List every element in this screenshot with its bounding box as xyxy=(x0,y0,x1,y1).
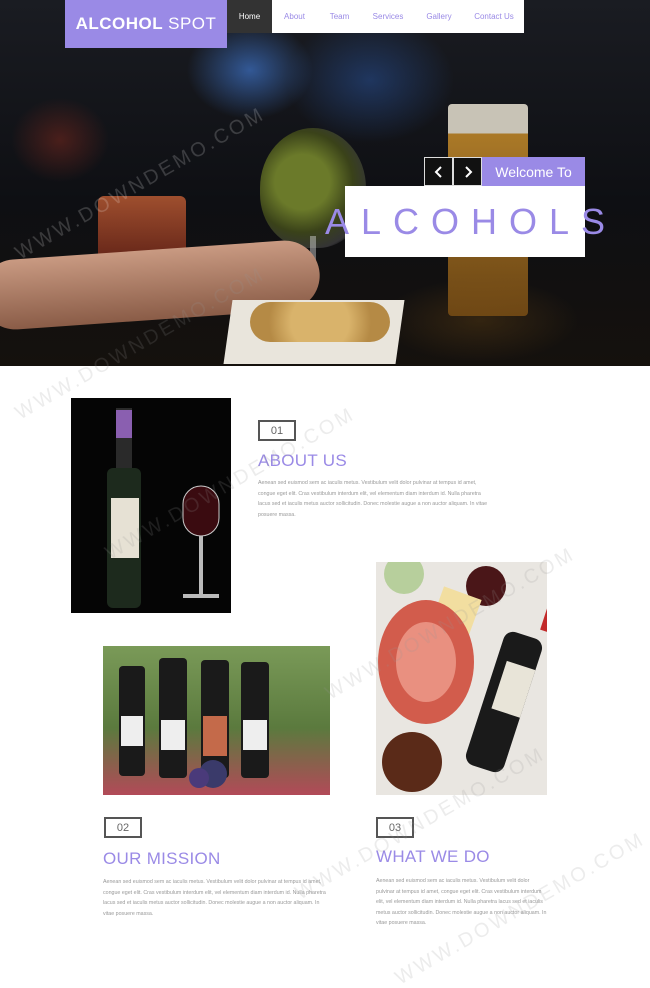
wine-bottle-illustration xyxy=(107,408,220,608)
section-number-mission: 02 xyxy=(104,817,142,838)
nav-item-home[interactable]: Home xyxy=(227,0,272,33)
whatwedo-text: Aenean sed euismod sem ac iaculis metus.… xyxy=(376,878,547,926)
brand-logo-light: SPOT xyxy=(168,14,217,33)
peanuts xyxy=(250,302,390,342)
nav-item-gallery[interactable]: Gallery xyxy=(414,0,464,33)
headline-box: ALCOHOLS xyxy=(325,186,605,257)
wine-bottles-image xyxy=(103,646,330,795)
main-nav: Home About Team Services Gallery Contact… xyxy=(227,0,524,33)
hero-headline: ALCOHOLS xyxy=(324,200,618,242)
brand-logo[interactable]: ALCOHOL SPOT xyxy=(65,0,227,48)
wine-bottles-illustration xyxy=(119,658,269,788)
charcuterie-illustration xyxy=(378,562,547,792)
chevron-left-icon xyxy=(434,165,442,178)
wine-bottle-image xyxy=(71,398,231,613)
nav-item-services[interactable]: Services xyxy=(362,0,414,33)
charcuterie-image xyxy=(376,562,547,795)
nav-item-team[interactable]: Team xyxy=(317,0,362,33)
brand-logo-bold: ALCOHOL xyxy=(75,14,164,33)
section-number-about: 01 xyxy=(258,420,296,441)
section-number-whatwedo: 03 xyxy=(376,817,414,838)
mission-title: OUR MISSION xyxy=(103,849,221,868)
about-text: Aenean sed euismod sem ac iaculis metus.… xyxy=(258,480,488,518)
about-title: ABOUT US xyxy=(258,451,347,470)
slider-next-button[interactable] xyxy=(453,157,482,186)
welcome-label: Welcome To xyxy=(482,157,585,186)
chevron-right-icon xyxy=(464,165,472,178)
mission-text: Aenean sed euismod sem ac iaculis metus.… xyxy=(103,879,326,917)
whatwedo-title: WHAT WE DO xyxy=(376,847,490,866)
nav-item-contact[interactable]: Contact Us xyxy=(464,0,524,33)
nav-item-about[interactable]: About xyxy=(272,0,317,33)
slider-prev-button[interactable] xyxy=(424,157,453,186)
